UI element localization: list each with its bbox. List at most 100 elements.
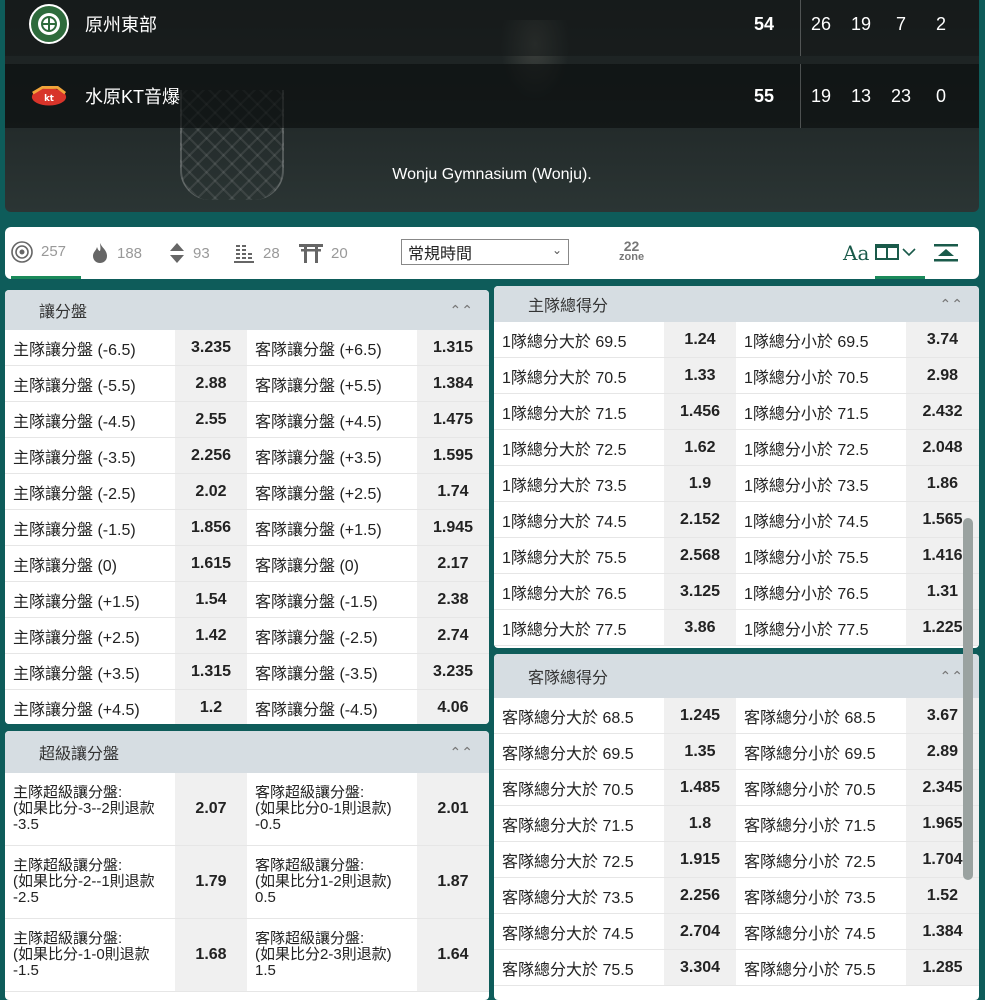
odds-button[interactable]: 1.475 — [417, 402, 489, 437]
scroll-top-button[interactable] — [933, 227, 959, 279]
odds-button[interactable]: 2.38 — [417, 582, 489, 617]
odds-button[interactable]: 2.88 — [175, 366, 247, 401]
odds-button[interactable]: 1.384 — [906, 914, 979, 949]
selection-label: 客隊超級讓分盤: (如果比分2-3則退款) 1.5 — [247, 919, 417, 991]
odds-button[interactable]: 1.615 — [175, 546, 247, 581]
chevron-up-icon[interactable]: ⌃⌃ — [940, 668, 963, 685]
collapse-all-icon — [934, 244, 958, 262]
odds-button[interactable]: 3.86 — [664, 610, 736, 645]
odds-button[interactable]: 1.33 — [664, 358, 736, 393]
odds-button[interactable]: 3.235 — [417, 654, 489, 689]
selection-text: 1隊總分大於 71.5 — [502, 405, 627, 423]
odds-button[interactable]: 2.07 — [175, 773, 247, 845]
away-total-panel-header[interactable]: 客隊總得分 ⌃⌃ — [494, 654, 979, 698]
layout-toggle-button[interactable] — [875, 227, 925, 279]
odds-button[interactable]: 1.54 — [175, 582, 247, 617]
odds-button[interactable]: 1.62 — [664, 430, 736, 465]
market-row: 客隊總分大於 73.5 2.256 客隊總分小於 73.5 1.52 — [494, 878, 979, 914]
odds-button[interactable]: 2.17 — [417, 546, 489, 581]
odds-value: 3.74 — [926, 330, 959, 348]
odds-button[interactable]: 1.595 — [417, 438, 489, 473]
handicap-rows: 主隊讓分盤 (-6.5) 3.235 客隊讓分盤 (+6.5) 1.315 主隊讓分盤 … — [5, 330, 489, 724]
tab-count: 28 — [263, 244, 280, 262]
font-size-button[interactable]: Aa — [843, 227, 869, 279]
chevron-up-icon[interactable]: ⌃⌃ — [940, 296, 963, 313]
odds-button[interactable]: 1.285 — [906, 950, 979, 985]
odds-button[interactable]: 2.704 — [664, 914, 736, 949]
chevron-up-icon[interactable]: ⌃⌃ — [450, 744, 473, 761]
odds-value: 1.9 — [688, 474, 712, 492]
selection-text: 客隊總分大於 70.5 — [502, 781, 634, 799]
odds-button[interactable]: 2.432 — [906, 394, 979, 429]
odds-button[interactable]: 1.315 — [175, 654, 247, 689]
zone-badge[interactable]: 22 zone — [619, 239, 645, 263]
market-row: 1隊總分大於 73.5 1.9 1隊總分小於 73.5 1.86 — [494, 466, 979, 502]
odds-button[interactable]: 1.68 — [175, 919, 247, 991]
odds-button[interactable]: 1.8 — [664, 806, 736, 841]
odds-value: 1.384 — [922, 922, 963, 940]
tab-popular[interactable]: 188 — [91, 227, 142, 279]
selection-text: 主隊讓分盤 (-6.5) — [13, 341, 136, 359]
odds-button[interactable]: 1.24 — [664, 322, 736, 357]
odds-button[interactable]: 1.9 — [664, 466, 736, 501]
odds-button[interactable]: 3.74 — [906, 322, 979, 357]
market-row: 客隊總分大於 75.5 3.304 客隊總分小於 75.5 1.285 — [494, 950, 979, 986]
odds-button[interactable]: 3.304 — [664, 950, 736, 985]
odds-button[interactable]: 1.52 — [906, 878, 979, 913]
odds-button[interactable]: 1.74 — [417, 474, 489, 509]
odds-button[interactable]: 3.125 — [664, 574, 736, 609]
odds-button[interactable]: 2.55 — [175, 402, 247, 437]
odds-button[interactable]: 1.64 — [417, 919, 489, 991]
odds-button[interactable]: 1.315 — [417, 330, 489, 365]
odds-button[interactable]: 2.152 — [664, 502, 736, 537]
selection-label: 客隊讓分盤 (+6.5) — [247, 330, 417, 365]
selection-label: 客隊總分小於 75.5 — [736, 950, 906, 985]
selection-label: 1隊總分小於 73.5 — [736, 466, 906, 501]
tab-totals[interactable]: 93 — [169, 227, 210, 279]
odds-button[interactable]: 1.915 — [664, 842, 736, 877]
tab-handicaps[interactable]: 28 — [233, 227, 280, 279]
odds-button[interactable]: 1.86 — [906, 466, 979, 501]
tab-specials[interactable]: 20 — [299, 227, 348, 279]
tab-all-markets[interactable]: 257 — [11, 227, 81, 279]
selection-text: 主隊超級讓分盤: (如果比分-1-0則退款 -1.5 — [13, 931, 150, 979]
tab-count: 188 — [117, 244, 143, 262]
market-row: 主隊讓分盤 (-3.5) 2.256 客隊讓分盤 (+3.5) 1.595 — [5, 438, 489, 474]
period-select[interactable]: 常規時間 ⌄ — [401, 239, 569, 265]
odds-button[interactable]: 2.01 — [417, 773, 489, 845]
zone-label: zone — [619, 251, 645, 263]
odds-button[interactable]: 2.256 — [175, 438, 247, 473]
home-total-panel-header[interactable]: 主隊總得分 ⌃⌃ — [494, 286, 979, 322]
odds-button[interactable]: 2.98 — [906, 358, 979, 393]
market-row: 主隊讓分盤 (-4.5) 2.55 客隊讓分盤 (+4.5) 1.475 — [5, 402, 489, 438]
odds-button[interactable]: 1.384 — [417, 366, 489, 401]
odds-button[interactable]: 1.42 — [175, 618, 247, 653]
odds-button[interactable]: 1.2 — [175, 690, 247, 724]
odds-button[interactable]: 2.568 — [664, 538, 736, 573]
odds-button[interactable]: 1.485 — [664, 770, 736, 805]
handicap-panel-header[interactable]: 讓分盤 ⌃⌃ — [5, 290, 489, 330]
odds-button[interactable]: 1.79 — [175, 846, 247, 918]
odds-value: 3.235 — [432, 662, 474, 680]
chevron-up-icon[interactable]: ⌃⌃ — [450, 302, 473, 319]
selection-label: 客隊總分大於 71.5 — [494, 806, 664, 841]
odds-button[interactable]: 1.87 — [417, 846, 489, 918]
odds-value: 3.125 — [679, 582, 721, 600]
super-handicap-panel-header[interactable]: 超級讓分盤 ⌃⌃ — [5, 731, 489, 773]
odds-button[interactable]: 1.35 — [664, 734, 736, 769]
selection-label: 客隊總分大於 73.5 — [494, 878, 664, 913]
odds-button[interactable]: 1.456 — [664, 394, 736, 429]
scrollbar[interactable] — [963, 518, 973, 880]
odds-button[interactable]: 2.048 — [906, 430, 979, 465]
selection-label: 1隊總分小於 69.5 — [736, 322, 906, 357]
odds-button[interactable]: 1.245 — [664, 698, 736, 733]
odds-button[interactable]: 1.856 — [175, 510, 247, 545]
odds-button[interactable]: 1.945 — [417, 510, 489, 545]
selection-text: 客隊讓分盤 (0) — [255, 557, 360, 575]
odds-button[interactable]: 2.256 — [664, 878, 736, 913]
selection-text: 客隊讓分盤 (+3.5) — [255, 449, 382, 467]
odds-button[interactable]: 4.06 — [417, 690, 489, 724]
odds-button[interactable]: 2.74 — [417, 618, 489, 653]
odds-button[interactable]: 2.02 — [175, 474, 247, 509]
odds-button[interactable]: 3.235 — [175, 330, 247, 365]
